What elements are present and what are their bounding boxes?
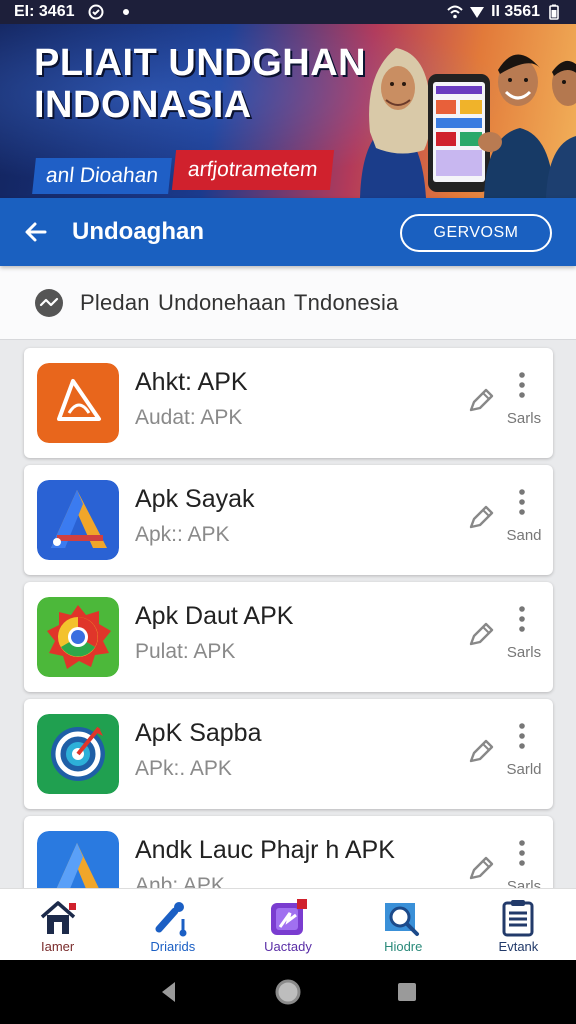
app-list-item[interactable]: Apk Sayak Apk:: APK Sand [24,465,553,575]
app-subtitle: Audat: APK [135,406,243,429]
banner-people-illustration [360,48,576,198]
app-subtitle: Pulat: APK [135,640,236,663]
app-name: Apk Daut APK [135,602,294,630]
arrow-left-icon [25,222,47,242]
nav-item-clipboard[interactable]: Evtank [461,889,576,960]
app-list-item[interactable]: Ahkt: APK Audat: APK Sarls [24,348,553,458]
app-list-item[interactable]: ApK Sapba APk:. APK Sarld [24,699,553,809]
signal-icon [470,7,485,18]
banner-tag-secondary: arfjotrametem [171,150,334,190]
app-status: Sand [506,527,542,544]
section-header-text: Pledan Undonehaan Tndonesia [80,289,399,315]
trend-icon [35,288,63,317]
banner-tag-primary: anl Dioahan [32,158,172,194]
app-status: Sarls [506,410,542,427]
media-icon [271,899,307,935]
nav-label-home: Iamer [40,939,75,954]
app-list-item[interactable]: Apk Daut APK Pulat: APK Sarls [24,582,553,692]
more-options-icon[interactable] [512,487,532,517]
app-list-item[interactable]: Andk Lauc Phajr h APK Anb: APK Sarls [24,816,553,888]
green-ring-app-icon [37,714,119,794]
app-subtitle: Apk:: APK [135,523,230,546]
more-options-icon[interactable] [512,370,532,400]
app-list: Ahkt: APK Audat: APK Sarls Apk Sayak Apk… [0,340,576,888]
tools-icon [155,902,187,937]
nav-item-search[interactable]: Hiodre [346,889,461,960]
dot-icon [123,9,130,15]
system-home-icon[interactable] [273,977,303,1007]
nav-label-media: Uactady [264,939,312,954]
wifi-icon [447,5,463,19]
screen: EI: 3461 II 3561 PLIAIT UNDGHAN INDONASI… [0,0,576,1024]
status-bar: EI: 3461 II 3561 [0,0,576,24]
system-back-icon[interactable] [154,977,184,1007]
notification-icon [88,4,104,20]
battery-icon [549,4,559,20]
more-options-icon[interactable] [512,721,532,751]
app-name: Andk Lauc Phajr h APK [135,836,395,864]
section-header: Pledan Undonehaan Tndonesia [0,266,576,340]
nav-label-tools: Driarids [150,939,196,954]
app-name: ApK Sapba [135,719,262,747]
edit-icon[interactable] [466,620,496,650]
search-icon [385,903,420,936]
system-recents-icon[interactable] [392,977,422,1007]
app-bar: Undoaghan GERVOSM [0,198,576,266]
status-time: EI: 3461 [14,3,75,20]
nav-item-tools[interactable]: Driarids [115,889,230,960]
nav-item-media[interactable]: Uactady [230,889,345,960]
chrome-style-app-icon [37,597,119,677]
app-name: Apk Sayak [135,485,255,513]
more-options-icon[interactable] [512,838,532,868]
app-subtitle: Anb: APK [135,874,225,888]
back-button[interactable] [20,216,52,248]
system-navigation-bar [0,960,576,1024]
nav-label-search: Hiodre [384,939,423,954]
nav-item-home[interactable]: Iamer [0,889,115,960]
status-right-text: II 3561 [491,3,540,20]
orange-triangle-app-icon [37,363,119,443]
app-subtitle: APk:. APK [135,757,232,780]
edit-icon[interactable] [466,737,496,767]
app-status: Sarls [506,878,542,888]
nav-label-clipboard: Evtank [498,939,539,954]
bottom-navigation: Iamer Driarids Uactady Hiodre Evtank [0,888,576,960]
header-action-button[interactable]: GERVOSM [400,214,552,252]
clipboard-icon [502,900,534,937]
banner-title: PLIAIT UNDGHAN INDONASIA [34,42,367,126]
promo-banner[interactable]: PLIAIT UNDGHAN INDONASIA anl Dioahan arf… [0,24,576,198]
home-icon [40,901,76,934]
edit-icon[interactable] [466,503,496,533]
app-name: Ahkt: APK [135,368,248,396]
page-title: Undoaghan [72,218,204,245]
more-options-icon[interactable] [512,604,532,634]
app-status: Sarld [506,761,542,778]
app-status: Sarls [506,644,542,661]
edit-icon[interactable] [466,854,496,884]
edit-icon[interactable] [466,386,496,416]
blue-orange-a-app-icon [37,831,119,888]
blue-a-app-icon [37,480,119,560]
